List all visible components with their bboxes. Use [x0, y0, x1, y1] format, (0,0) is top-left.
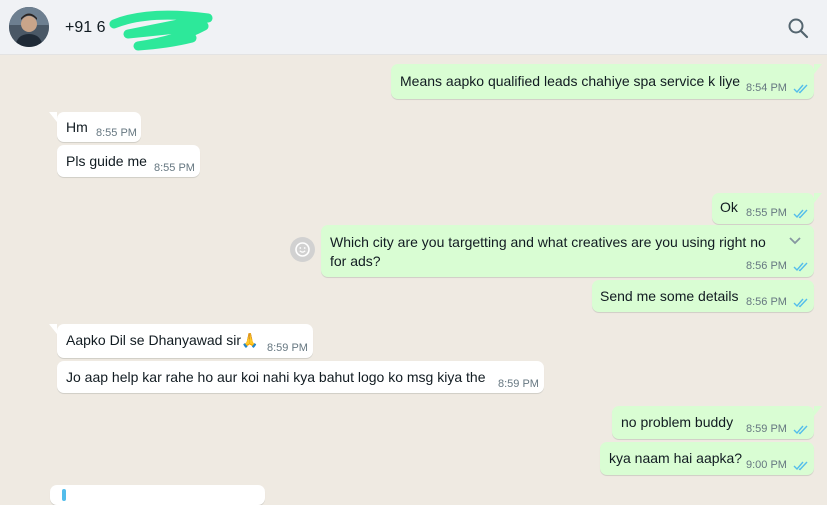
- double-check-icon: [793, 298, 808, 307]
- double-check-icon: [793, 262, 808, 271]
- reaction-emoji-button[interactable]: [290, 237, 315, 262]
- message-text: Hm: [66, 119, 88, 135]
- message-outgoing[interactable]: no problem buddy 8:59 PM: [612, 406, 822, 439]
- chevron-down-icon[interactable]: [787, 233, 803, 249]
- chat-header: +91 6: [0, 0, 827, 55]
- message-time: 8:59 PM: [746, 423, 787, 435]
- conversation-panel: Means aapko qualified leads chahiye spa …: [0, 55, 827, 505]
- message-incoming[interactable]: Hm 8:55 PM: [49, 112, 141, 142]
- double-check-icon: [793, 425, 808, 434]
- message-time: 8:56 PM: [746, 260, 787, 272]
- bubble-tail: [814, 64, 822, 74]
- message-text: Aapko Dil se Dhanyawad sir🙏: [66, 332, 259, 348]
- contact-phone-number[interactable]: +91 6: [65, 19, 105, 37]
- message-meta: 8:55 PM: [746, 207, 809, 219]
- message-time: 8:56 PM: [746, 296, 787, 308]
- message-text: Send me some details: [600, 288, 739, 304]
- message-incoming-partial[interactable]: [50, 485, 265, 505]
- bubble-tail: [49, 324, 57, 334]
- message-incoming[interactable]: Jo aap help kar rahe ho aur koi nahi kya…: [57, 361, 544, 393]
- double-check-icon: [793, 461, 808, 470]
- bubble-tail: [814, 406, 822, 416]
- message-outgoing[interactable]: kya naam hai aapka? 9:00 PM: [600, 442, 814, 475]
- message-text: Ok: [720, 199, 738, 215]
- message-text: no problem buddy: [621, 414, 734, 430]
- message-meta: 9:00 PM: [746, 459, 809, 471]
- message-text: kya naam hai aapka?: [609, 450, 743, 466]
- message-time: 8:55 PM: [746, 207, 787, 219]
- smiley-icon: [295, 242, 310, 257]
- message-meta: 8:56 PM: [746, 260, 809, 272]
- message-time: 9:00 PM: [746, 459, 787, 471]
- double-check-icon: [793, 209, 808, 218]
- message-text: Means aapko qualified leads chahiye spa …: [400, 73, 741, 89]
- message-time: 8:55 PM: [96, 127, 137, 139]
- message-outgoing[interactable]: Send me some details 8:56 PM: [592, 280, 814, 312]
- message-time: 8:59 PM: [498, 378, 539, 390]
- avatar[interactable]: [9, 7, 49, 47]
- message-text: Jo aap help kar rahe ho aur koi nahi kya…: [66, 369, 486, 385]
- message-meta: 8:59 PM: [746, 423, 809, 435]
- message-time: 8:54 PM: [746, 82, 787, 94]
- message-incoming[interactable]: Aapko Dil se Dhanyawad sir🙏 8:59 PM: [49, 324, 313, 358]
- message-text-line-2: for ads?: [330, 253, 381, 269]
- message-outgoing[interactable]: Which city are you targetting and what c…: [321, 225, 814, 277]
- message-text: Pls guide me: [66, 153, 147, 169]
- double-check-icon: [793, 84, 808, 93]
- search-icon[interactable]: [786, 16, 810, 40]
- quote-bar: [62, 489, 66, 501]
- message-incoming[interactable]: Pls guide me 8:55 PM: [57, 145, 200, 177]
- avatar-photo: [9, 7, 49, 47]
- bubble-tail: [49, 112, 57, 122]
- message-text-line-1: Which city are you targetting and what c…: [330, 234, 766, 250]
- message-outgoing[interactable]: Means aapko qualified leads chahiye spa …: [391, 64, 822, 99]
- message-outgoing[interactable]: Ok 8:55 PM: [712, 193, 822, 224]
- message-meta: 8:54 PM: [746, 82, 809, 94]
- message-time: 8:55 PM: [154, 162, 195, 174]
- bubble-tail: [814, 193, 822, 203]
- message-time: 8:59 PM: [267, 342, 308, 354]
- redaction-scribble: [109, 10, 213, 51]
- message-meta: 8:56 PM: [746, 296, 809, 308]
